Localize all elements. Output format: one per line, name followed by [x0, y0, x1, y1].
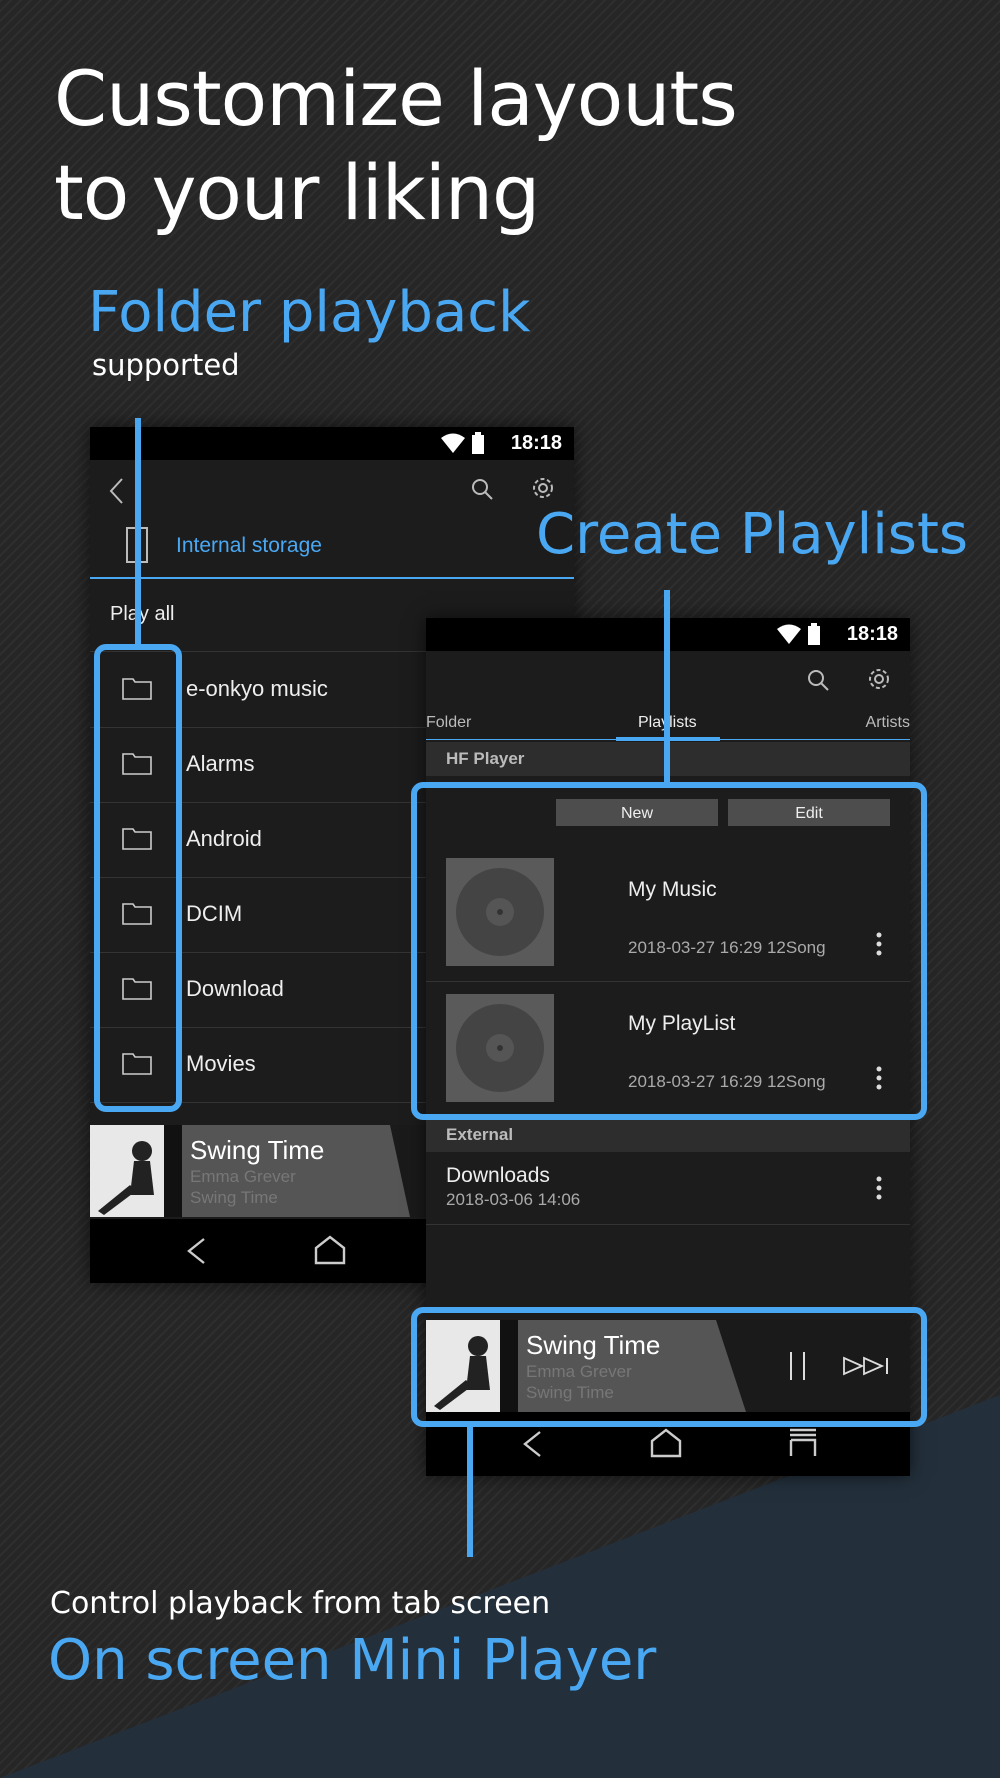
folder-callout-title: Folder playback — [88, 280, 531, 345]
section-external-label: External — [446, 1125, 514, 1144]
status-time: 18:18 — [510, 432, 562, 454]
external-date: 2018-03-06 14:06 — [446, 1190, 581, 1209]
status-bar: 18:18 — [90, 427, 574, 460]
back-icon[interactable] — [108, 477, 124, 505]
play-all-label: Play all — [110, 603, 175, 625]
headline: Customize layouts to your liking — [54, 52, 738, 240]
folder-label: e-onkyo music — [186, 676, 328, 701]
nav-back-icon[interactable] — [522, 1430, 542, 1458]
storage-label[interactable]: Internal storage — [176, 534, 322, 558]
mini-callout-title: On screen Mini Player — [48, 1628, 657, 1693]
gear-icon[interactable] — [530, 475, 556, 501]
headline-line-2: to your liking — [54, 148, 540, 237]
mini-player-highlight — [411, 1307, 927, 1427]
wifi-icon — [441, 433, 465, 453]
mini-callout-subtitle: Control playback from tab screen — [50, 1586, 551, 1621]
external-name: Downloads — [446, 1164, 550, 1187]
folder-label: Download — [186, 976, 284, 1001]
battery-icon — [808, 623, 820, 645]
more-options-icon[interactable] — [876, 1176, 882, 1200]
folder-label: Movies — [186, 1051, 256, 1076]
mini-player-callout-line — [467, 1427, 473, 1557]
section-header-external: External — [426, 1118, 910, 1152]
wifi-icon — [777, 624, 801, 644]
headline-line-1: Customize layouts — [54, 54, 738, 143]
external-row[interactable]: Downloads 2018-03-06 14:06 — [426, 1152, 910, 1225]
folder-label: Alarms — [186, 751, 255, 776]
folder-callout-line — [135, 418, 141, 648]
nav-home-icon[interactable] — [314, 1235, 346, 1265]
album-art — [90, 1125, 182, 1217]
tab-folder[interactable]: Folder — [426, 714, 471, 732]
tab-artists[interactable]: Artists — [866, 714, 910, 732]
now-playing-album: Swing Time — [190, 1188, 278, 1207]
nav-recents-icon[interactable] — [788, 1428, 818, 1458]
now-playing-title: Swing Time — [190, 1135, 325, 1165]
battery-icon — [472, 432, 484, 454]
folder-label: Android — [186, 826, 262, 851]
status-time: 18:18 — [846, 623, 898, 645]
search-icon[interactable] — [470, 477, 494, 501]
playlist-callout-line — [664, 590, 670, 786]
playlists-highlight — [411, 782, 927, 1120]
section-hf-label: HF Player — [446, 749, 525, 768]
search-icon[interactable] — [806, 668, 830, 692]
folder-icons-highlight — [94, 644, 182, 1112]
gear-icon[interactable] — [866, 666, 892, 692]
nav-home-icon[interactable] — [650, 1428, 682, 1458]
now-playing-artist: Emma Grever — [190, 1167, 296, 1186]
playlist-callout-title: Create Playlists — [536, 502, 969, 567]
nav-back-icon[interactable] — [186, 1237, 206, 1265]
folder-label: DCIM — [186, 901, 243, 926]
folder-callout-subtitle: supported — [92, 348, 240, 382]
